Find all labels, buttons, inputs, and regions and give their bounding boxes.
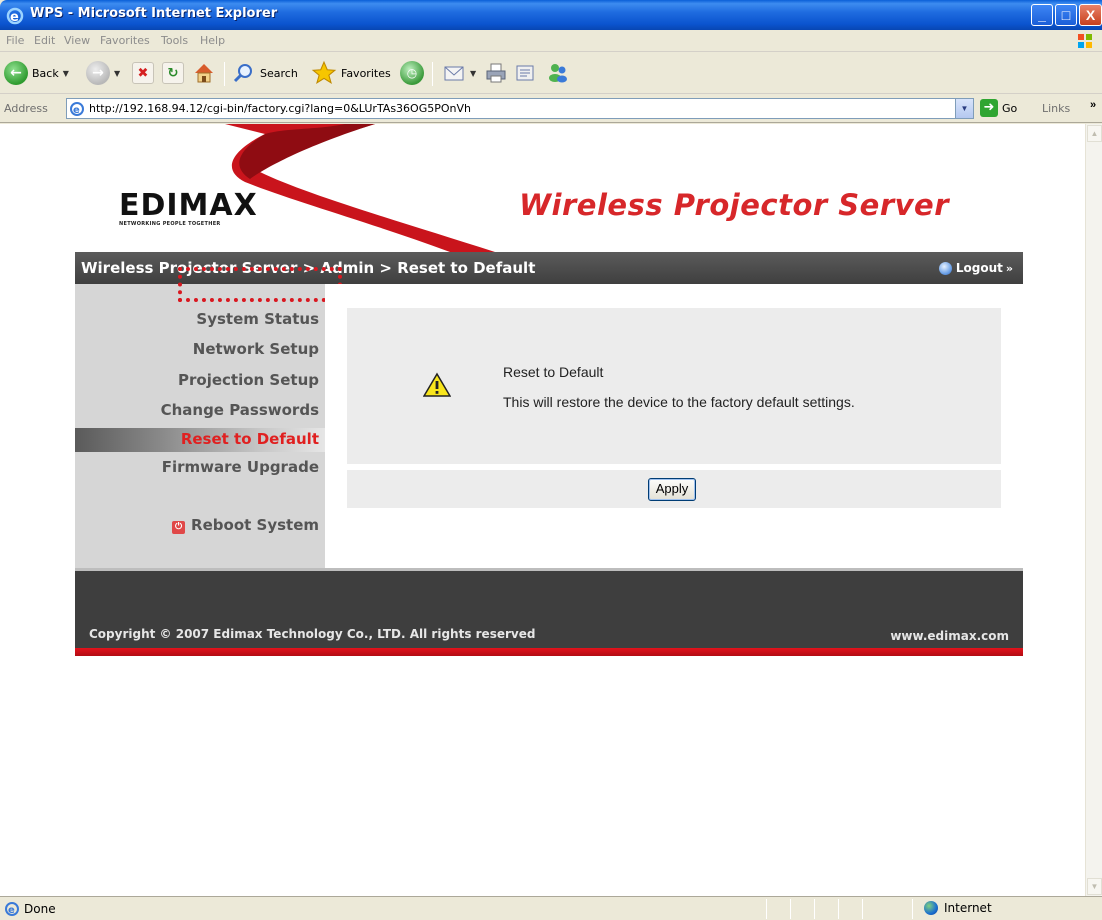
- sidebar-item-change-passwords[interactable]: Change Passwords: [161, 401, 319, 419]
- menu-favorites[interactable]: Favorites: [100, 34, 150, 47]
- go-label: Go: [1002, 101, 1018, 115]
- close-button[interactable]: X: [1079, 4, 1102, 26]
- search-icon: [233, 64, 252, 83]
- footer-red-stripe: [75, 648, 1023, 656]
- windows-logo-icon: [1078, 34, 1092, 48]
- toolbar: ← Back ▼ → ▼ ✖ ↻ Search Favorites ◷ ▼: [0, 52, 1102, 94]
- edimax-logo: EDIMAX NETWORKING PEOPLE TOGETHER: [119, 188, 258, 228]
- mail-button[interactable]: ▼: [442, 60, 476, 86]
- product-title: Wireless Projector Server: [519, 188, 949, 222]
- forward-dropdown-icon[interactable]: ▼: [114, 69, 120, 78]
- minimize-button[interactable]: _: [1031, 4, 1053, 26]
- back-label: Back: [32, 66, 59, 80]
- edit-icon: [516, 65, 534, 81]
- panel-title: Reset to Default: [503, 364, 604, 380]
- back-dropdown-icon[interactable]: ▼: [63, 69, 69, 78]
- go-button[interactable]: ➜ Go: [980, 99, 1017, 117]
- home-icon: [195, 64, 213, 83]
- search-label: Search: [260, 66, 298, 80]
- website-link[interactable]: www.edimax.com: [890, 629, 1009, 643]
- favorites-label: Favorites: [341, 66, 391, 80]
- window-title: WPS - Microsoft Internet Explorer: [30, 6, 278, 21]
- page-status-icon: e: [5, 902, 19, 916]
- stop-icon: ✖: [132, 62, 154, 84]
- copyright-text: Copyright © 2007 Edimax Technology Co., …: [89, 627, 536, 641]
- print-button[interactable]: [484, 60, 508, 86]
- refresh-icon: ↻: [162, 62, 184, 84]
- svg-text:e: e: [8, 905, 15, 916]
- scroll-up-icon[interactable]: ▲: [1087, 125, 1102, 142]
- history-button[interactable]: ◷: [400, 60, 424, 86]
- menu-edit[interactable]: Edit: [34, 34, 55, 47]
- forward-button[interactable]: → ▼: [86, 60, 120, 86]
- main-content: Reset to Default This will restore the d…: [325, 284, 1023, 568]
- status-bar: e Done Internet: [0, 896, 1102, 920]
- scroll-down-icon[interactable]: ▼: [1087, 878, 1102, 895]
- menu-tools[interactable]: Tools: [161, 34, 188, 47]
- sidebar-item-projection-setup[interactable]: Projection Setup: [178, 371, 319, 389]
- svg-text:e: e: [10, 10, 19, 25]
- mail-dropdown-icon[interactable]: ▼: [470, 69, 476, 78]
- address-bar: Address e http://192.168.94.12/cgi-bin/f…: [0, 95, 1102, 123]
- warning-icon: [423, 372, 451, 397]
- messenger-button[interactable]: [546, 60, 570, 86]
- page-banner: EDIMAX NETWORKING PEOPLE TOGETHER Wirele…: [75, 124, 1023, 252]
- forward-arrow-icon: →: [86, 61, 110, 85]
- messenger-icon: [549, 64, 567, 83]
- panel-description: This will restore the device to the fact…: [503, 394, 855, 410]
- sidebar-item-system-status[interactable]: System Status: [196, 310, 319, 328]
- vertical-scrollbar[interactable]: ▲ ▼: [1085, 124, 1102, 896]
- apply-row: Apply: [347, 470, 1001, 508]
- back-button[interactable]: ← Back ▼: [4, 60, 69, 86]
- reset-panel: Reset to Default This will restore the d…: [347, 308, 1001, 464]
- refresh-button[interactable]: ↻: [162, 60, 184, 86]
- browser-viewport: EDIMAX NETWORKING PEOPLE TOGETHER Wirele…: [0, 124, 1085, 896]
- internet-globe-icon: [924, 901, 938, 915]
- sidebar-item-reboot-system[interactable]: ⏻ Reboot System: [172, 516, 319, 534]
- menu-file[interactable]: File: [6, 34, 24, 47]
- security-zone: Internet: [924, 901, 992, 915]
- history-icon: ◷: [400, 61, 424, 85]
- logout-icon: [938, 261, 952, 275]
- search-button[interactable]: Search: [232, 60, 298, 86]
- internet-explorer-icon: e: [6, 7, 24, 25]
- maximize-button[interactable]: □: [1055, 4, 1077, 26]
- logout-arrow-icon: »: [1005, 261, 1013, 275]
- zone-label: Internet: [944, 901, 992, 915]
- edit-button[interactable]: [514, 60, 538, 86]
- address-input[interactable]: e http://192.168.94.12/cgi-bin/factory.c…: [66, 98, 974, 119]
- status-text: Done: [24, 902, 56, 916]
- home-button[interactable]: [192, 60, 216, 86]
- menu-bar: File Edit View Favorites Tools Help: [0, 30, 1102, 52]
- page-icon: e: [70, 102, 84, 116]
- address-label: Address: [4, 102, 48, 115]
- stop-button[interactable]: ✖: [132, 60, 154, 86]
- sidebar-item-reset-to-default[interactable]: Reset to Default: [181, 430, 319, 448]
- favorites-star-icon: [311, 60, 337, 84]
- sidebar-nav: System Status Network Setup Projection S…: [75, 284, 325, 568]
- menu-help[interactable]: Help: [200, 34, 225, 47]
- apply-button[interactable]: Apply: [648, 478, 696, 501]
- window-title-bar[interactable]: e WPS - Microsoft Internet Explorer _ □ …: [0, 0, 1102, 30]
- go-arrow-icon: ➜: [980, 99, 998, 117]
- links-more-icon[interactable]: »: [1090, 99, 1096, 111]
- logo-text: EDIMAX: [119, 188, 258, 223]
- highlight-annotation: [178, 267, 342, 302]
- menu-view[interactable]: View: [64, 34, 90, 47]
- power-icon: ⏻: [172, 521, 186, 534]
- sidebar-item-network-setup[interactable]: Network Setup: [193, 340, 319, 358]
- print-icon: [486, 63, 506, 83]
- links-toolbar[interactable]: Links: [1042, 102, 1070, 115]
- reboot-label: Reboot System: [191, 516, 319, 534]
- address-dropdown-icon[interactable]: ▼: [955, 99, 973, 118]
- logout-label: Logout: [955, 261, 1003, 275]
- favorites-button[interactable]: Favorites: [311, 60, 391, 86]
- sidebar-item-firmware-upgrade[interactable]: Firmware Upgrade: [162, 458, 319, 476]
- address-url[interactable]: http://192.168.94.12/cgi-bin/factory.cgi…: [89, 102, 471, 115]
- back-arrow-icon: ←: [4, 61, 28, 85]
- svg-text:e: e: [73, 105, 80, 116]
- logout-link[interactable]: Logout »: [938, 261, 1013, 275]
- mail-icon: [444, 66, 464, 81]
- page-footer: Copyright © 2007 Edimax Technology Co., …: [75, 568, 1023, 656]
